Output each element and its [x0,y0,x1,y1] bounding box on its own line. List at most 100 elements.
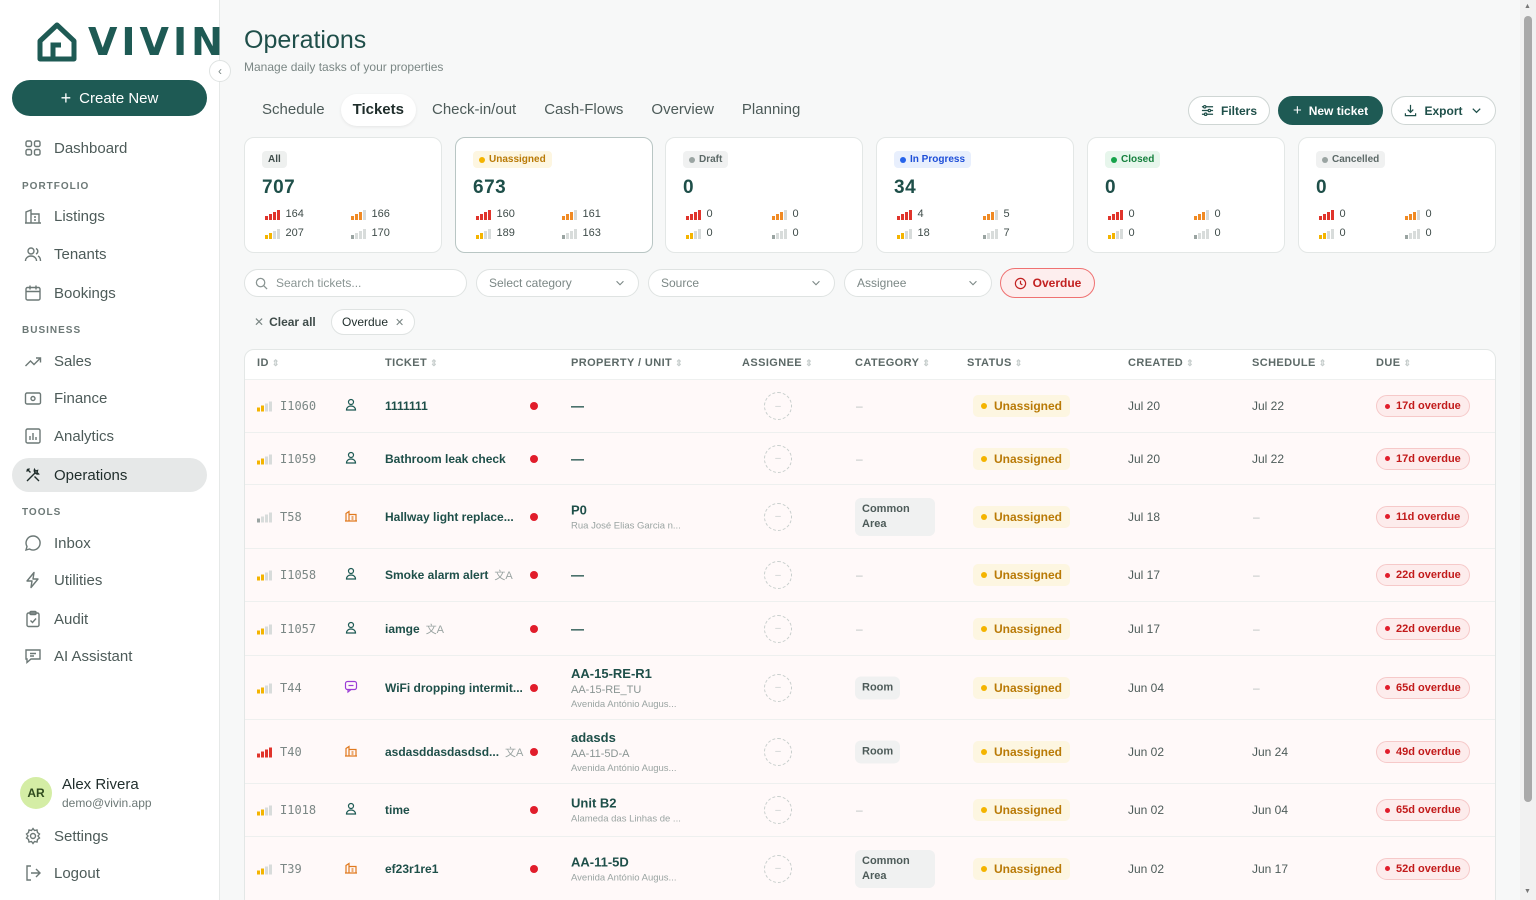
assignee-select[interactable]: Assignee [844,269,992,297]
sidebar-item-settings[interactable]: Settings [12,819,207,853]
tab-check-in-out[interactable]: Check-in/out [420,94,528,126]
table-row[interactable]: I1059 Bathroom leak check — – – Unassigned Jul… [245,432,1495,484]
column-header-category[interactable]: CATEGORY ⇕ [855,357,930,369]
status-card[interactable]: Closed 0 0 0 0 0 [1087,137,1285,253]
table-row[interactable]: I1018 time Unit B2 Alameda das Linhas de ..… [245,783,1495,836]
sidebar-item-listings[interactable]: Listings [12,199,207,233]
assignee-placeholder[interactable]: – [764,561,792,589]
search-input[interactable]: Search tickets... [244,269,467,297]
column-header-id[interactable]: ID ⇕ [257,357,280,369]
assignee-placeholder[interactable]: – [764,502,792,531]
ticket-title[interactable]: 1111111 [385,399,428,413]
property-cell[interactable]: Unit B2 Alameda das Linhas de ... [571,796,681,825]
table-row[interactable]: T39 ef23r1re1 AA-11-5D Avenida António Augu… [245,836,1495,900]
column-header-ticket[interactable]: TICKET ⇕ [385,357,438,369]
status-badge: Unassigned [973,447,1071,470]
assignee-placeholder[interactable]: – [764,796,792,824]
status-card[interactable]: Draft 0 0 0 0 0 [665,137,863,253]
sidebar-item-operations[interactable]: Operations [12,458,207,492]
close-icon[interactable]: ✕ [395,316,404,329]
property-cell[interactable]: AA-11-5D Avenida António Augus... [571,854,676,883]
ticket-title[interactable]: ef23r1re1 [385,862,438,876]
source-select[interactable]: Source [648,269,835,297]
brand-logo[interactable]: VIVIN [36,20,227,64]
new-ticket-button[interactable]: + New ticket [1278,96,1383,125]
sidebar-item-audit[interactable]: Audit [12,602,207,636]
tools-icon [26,467,40,482]
property-cell[interactable]: — [571,451,584,466]
section-label-tools: TOOLS [22,507,62,518]
ticket-title[interactable]: time [385,803,410,817]
user-profile[interactable]: AR Alex Rivera demo@vivin.app [20,776,152,810]
property-cell[interactable]: — [571,621,584,636]
ticket-title[interactable]: Bathroom leak check [385,452,506,466]
status-card[interactable]: All 707 164 166 207 170 [244,137,442,253]
scroll-up-icon[interactable]: ▲ [1524,3,1531,10]
ticket-title[interactable]: Hallway light replace... [385,510,514,524]
sidebar-item-bookings[interactable]: Bookings [12,276,207,310]
status-card[interactable]: Cancelled 0 0 0 0 0 [1298,137,1496,253]
sidebar-item-inbox[interactable]: Inbox [12,526,207,560]
sidebar-item-tenants[interactable]: Tenants [12,237,207,271]
export-button[interactable]: Export [1391,96,1496,125]
sidebar-item-finance[interactable]: Finance [12,381,207,415]
status-card[interactable]: In Progress 34 4 5 18 7 [876,137,1074,253]
status-dot [689,156,695,163]
active-filter-chip[interactable]: Overdue ✕ [331,309,416,335]
property-cell[interactable]: AA-15-RE-R1 AA-15-RE_TU Avenida António Au… [571,666,676,710]
column-header-status[interactable]: STATUS ⇕ [967,357,1023,369]
sidebar-item-logout[interactable]: Logout [12,856,207,890]
overdue-toggle[interactable]: Overdue [1000,268,1095,298]
building-icon [344,860,358,877]
tab-planning[interactable]: Planning [730,94,812,126]
sidebar-item-ai-assistant[interactable]: AI Assistant [12,639,207,673]
tab-cash-flows[interactable]: Cash-Flows [532,94,635,126]
page-scrollbar[interactable]: ▲ ▼ [1520,0,1536,900]
assignee-placeholder[interactable]: – [764,673,792,702]
property-cell[interactable]: — [571,568,584,583]
tab-schedule[interactable]: Schedule [250,94,337,126]
sidebar-item-analytics[interactable]: Analytics [12,419,207,453]
column-header-created[interactable]: CREATED ⇕ [1128,357,1194,369]
priority-bars-icon [562,209,577,220]
assignee-placeholder[interactable]: – [764,614,792,643]
schedule-date: Jul 22 [1252,451,1285,466]
category-select[interactable]: Select category [476,269,639,297]
overdue-label: 49d overdue [1396,745,1461,758]
ticket-title[interactable]: Smoke alarm alert 文A [385,567,513,583]
ticket-title[interactable]: WiFi dropping intermit... [385,681,523,695]
column-header-assignee[interactable]: ASSIGNEE ⇕ [742,357,813,369]
property-cell[interactable]: adasds AA-11-5D-A Avenida António Augus... [571,730,676,774]
assignee-placeholder[interactable]: – [764,737,792,766]
property-cell[interactable]: — [571,399,584,414]
status-card[interactable]: Unassigned 673 160 161 189 163 [455,137,653,253]
scrollbar-thumb[interactable] [1524,16,1532,802]
priority-bars-icon [265,209,280,220]
column-header-property[interactable]: PROPERTY / UNIT ⇕ [571,357,683,369]
filters-button[interactable]: Filters [1188,96,1270,125]
collapse-sidebar-button[interactable]: ‹ [209,60,231,82]
table-row[interactable]: I1058 Smoke alarm alert 文A — – – Unassigned Jul… [245,548,1495,601]
sort-icon: ⇕ [1186,358,1195,368]
assignee-placeholder[interactable]: – [764,392,792,420]
tab-tickets[interactable]: Tickets [340,94,416,126]
sidebar-item-utilities[interactable]: Utilities [12,563,207,597]
column-header-schedule[interactable]: SCHEDULE ⇕ [1252,357,1327,369]
create-new-button[interactable]: + Create New [12,80,207,116]
ticket-title[interactable]: asdasddasdasdsd... 文A [385,744,523,760]
table-row[interactable]: T44 WiFi dropping intermit... AA-15-RE-R1 A… [245,655,1495,719]
table-row[interactable]: T58 Hallway light replace... P0 Rua José El… [245,484,1495,548]
tab-overview[interactable]: Overview [639,94,726,126]
column-header-due[interactable]: DUE ⇕ [1376,357,1411,369]
assignee-placeholder[interactable]: – [764,854,792,883]
table-row[interactable]: I1057 iamge 文A — – – Unassigned Jul 17 – 22d over… [245,601,1495,655]
table-row[interactable]: T40 asdasddasdasdsd... 文A adasds AA-11-5D-A A… [245,719,1495,783]
scroll-down-icon[interactable]: ▼ [1524,888,1531,895]
ticket-title[interactable]: iamge 文A [385,621,444,637]
clear-all-button[interactable]: ✕ Clear all [254,315,316,329]
assignee-placeholder[interactable]: – [764,444,792,473]
table-row[interactable]: I1060 1111111 — – – Unassigned Jul 20 Jul 22 17d… [245,379,1495,432]
property-cell[interactable]: P0 Rua José Elias Garcia n... [571,502,681,531]
sidebar-item-sales[interactable]: Sales [12,344,207,378]
sidebar-item-dashboard[interactable]: Dashboard [12,131,207,165]
